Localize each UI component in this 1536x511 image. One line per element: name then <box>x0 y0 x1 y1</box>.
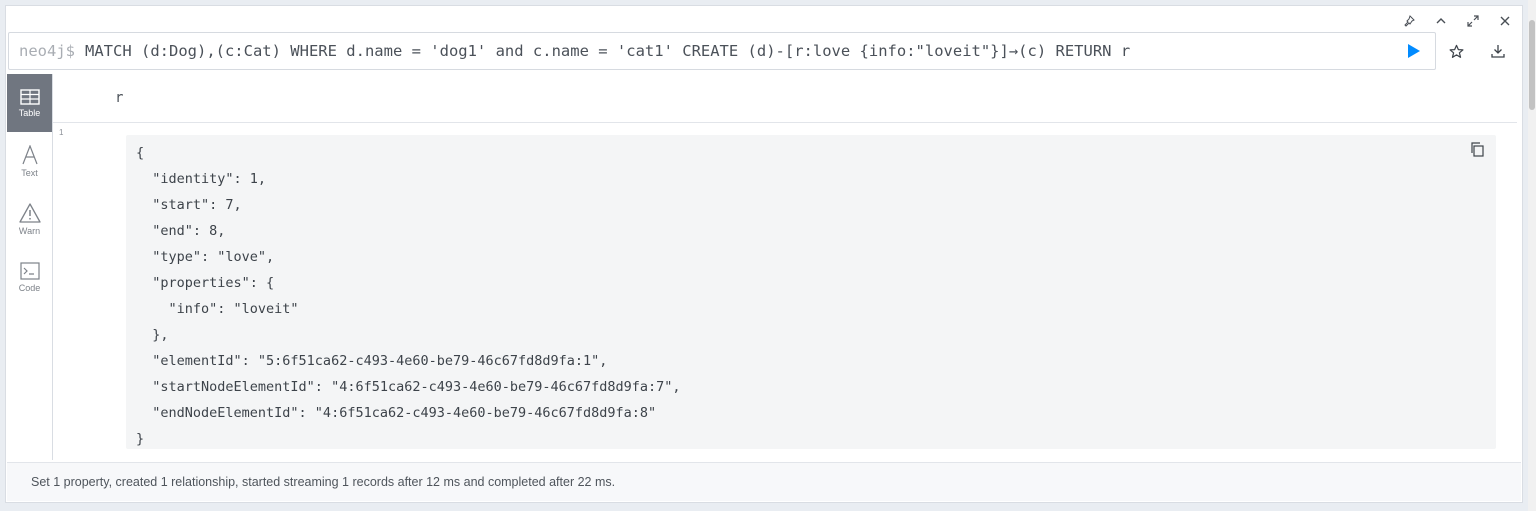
editor-prompt: neo4j$ <box>19 42 75 60</box>
page-scrollbar[interactable] <box>1528 0 1536 511</box>
close-icon[interactable] <box>1494 12 1516 30</box>
json-cell: { "identity": 1, "start": 7, "end": 8, "… <box>126 135 1496 449</box>
scrollbar-thumb[interactable] <box>1529 20 1535 110</box>
text-icon <box>21 144 38 164</box>
run-query-button[interactable] <box>1402 39 1426 63</box>
query-result-frame: neo4j$ MATCH (d:Dog),(c:Cat) WHERE d.nam… <box>5 5 1523 503</box>
row-number: 1 <box>59 128 64 137</box>
json-line: "start": 7, <box>136 197 242 213</box>
status-message: Set 1 property, created 1 relationship, … <box>31 475 616 489</box>
column-header-r: r <box>115 90 124 106</box>
view-tab-text[interactable]: Text <box>7 132 52 190</box>
table-header: r <box>53 74 1517 123</box>
json-line: "startNodeElementId": "4:6f51ca62-c493-4… <box>136 379 681 395</box>
view-tab-code[interactable]: Code <box>7 248 52 306</box>
json-line: "properties": { <box>136 275 275 291</box>
json-line: }, <box>136 327 169 343</box>
play-icon <box>1408 44 1420 58</box>
warning-icon <box>18 202 41 223</box>
expand-icon[interactable] <box>1462 12 1484 30</box>
view-tab-label: Warn <box>18 225 41 236</box>
json-line: "endNodeElementId": "4:6f51ca62-c493-4e6… <box>136 405 657 421</box>
download-icon <box>1491 45 1505 58</box>
chevron-up-icon[interactable] <box>1430 12 1452 30</box>
json-line: "info": "loveit" <box>136 301 299 317</box>
json-line: "type": "love", <box>136 249 275 265</box>
status-bar: Set 1 property, created 1 relationship, … <box>7 462 1521 501</box>
json-content: { "identity": 1, "start": 7, "end": 8, "… <box>136 140 1486 452</box>
view-tab-label: Code <box>18 282 41 293</box>
favorite-button[interactable] <box>1444 39 1468 63</box>
editor-actions <box>1402 39 1510 63</box>
copy-icon <box>1471 142 1484 157</box>
view-tab-label: Text <box>21 167 38 178</box>
result-table: r 1 { "identity": 1, "start": 7, "end": … <box>53 74 1517 460</box>
json-line: "elementId": "5:6f51ca62-c493-4e60-be79-… <box>136 353 608 369</box>
table-icon <box>19 88 40 105</box>
view-tab-table[interactable]: Table <box>7 74 52 132</box>
json-line: "identity": 1, <box>136 171 267 187</box>
pin-icon[interactable] <box>1398 12 1420 30</box>
query-editor[interactable]: neo4j$ MATCH (d:Dog),(c:Cat) WHERE d.nam… <box>8 32 1436 70</box>
star-icon <box>1449 44 1463 58</box>
frame-controls <box>1398 12 1516 30</box>
result-view-sidebar: Table Text Warn Code <box>7 74 53 460</box>
copy-button[interactable] <box>1470 142 1486 158</box>
download-button[interactable] <box>1486 39 1510 63</box>
view-tab-label: Table <box>18 107 41 118</box>
view-tab-warn[interactable]: Warn <box>7 190 52 248</box>
json-line: { <box>136 145 145 161</box>
json-line: } <box>136 431 145 447</box>
code-icon <box>19 261 40 280</box>
json-line: "end": 8, <box>136 223 226 239</box>
editor-query-text[interactable]: MATCH (d:Dog),(c:Cat) WHERE d.name = 'do… <box>85 42 1130 60</box>
